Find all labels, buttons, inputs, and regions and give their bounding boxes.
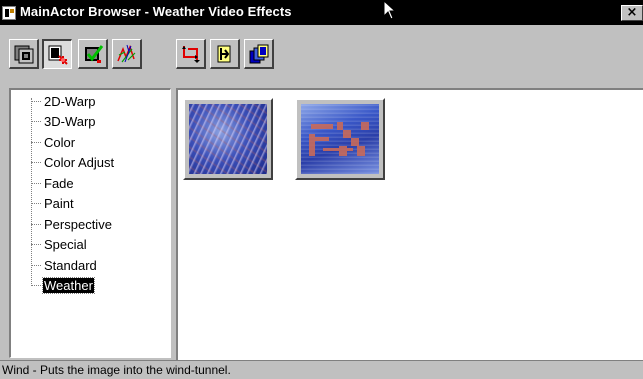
apply-effect-button[interactable] <box>78 39 108 69</box>
toolbar <box>0 25 643 85</box>
checkmark-frame-icon <box>84 44 103 63</box>
title-bar[interactable]: MainActor Browser - Weather Video Effect… <box>0 0 643 25</box>
copy-clips-button[interactable] <box>244 39 274 69</box>
tree-item-label: Perspective <box>44 216 112 232</box>
status-text: Wind - Puts the image into the wind-tunn… <box>2 363 231 377</box>
tree-item-label: Fade <box>44 175 74 191</box>
film-frames-icon <box>14 45 33 63</box>
effect-frame-icon <box>48 45 68 65</box>
effects-view[interactable] <box>176 88 643 360</box>
tree-item-weather[interactable]: Weather <box>31 275 95 295</box>
tree-item-paint[interactable]: Paint <box>31 193 75 213</box>
tree-item-label: Weather <box>42 276 95 294</box>
sparkle-effect-icon <box>116 44 135 62</box>
fx-wave-image <box>301 104 379 174</box>
tree-item-label: Color <box>44 134 76 150</box>
tree-item-label: Paint <box>44 195 74 211</box>
status-bar: Wind - Puts the image into the wind-tunn… <box>0 360 643 379</box>
fx-letters-graphic <box>309 122 369 156</box>
close-button[interactable]: × <box>621 5 643 21</box>
tree-item-special[interactable]: Special <box>31 234 88 254</box>
tree-item-fade[interactable]: Fade <box>31 173 75 193</box>
tree-item-3d-warp[interactable]: 3D-Warp <box>31 111 97 131</box>
category-tree[interactable]: 2D-Warp 3D-Warp Color Color Adjust Fade … <box>9 88 171 358</box>
tree-item-color[interactable]: Color <box>31 132 76 152</box>
tree-item-label: 2D-Warp <box>44 93 96 109</box>
tree-item-color-adjust[interactable]: Color Adjust <box>31 152 115 172</box>
browse-media-button[interactable] <box>9 39 39 69</box>
video-effects-button[interactable] <box>42 39 72 69</box>
tree-item-label: Standard <box>44 257 97 273</box>
window-title: MainActor Browser - Weather Video Effect… <box>20 4 292 19</box>
tree-item-label: 3D-Warp <box>44 113 96 129</box>
tree-item-perspective[interactable]: Perspective <box>31 214 113 234</box>
stacked-frames-icon <box>249 44 268 63</box>
app-icon[interactable] <box>2 6 16 20</box>
import-arrow-icon <box>217 45 230 62</box>
wind-effect-thumbnail[interactable] <box>183 98 273 180</box>
tree-item-2d-warp[interactable]: 2D-Warp <box>31 91 97 111</box>
tree-item-label: Color Adjust <box>44 154 115 170</box>
particles-effect-button[interactable] <box>112 39 142 69</box>
mouse-pointer-icon <box>383 0 397 20</box>
tree-item-standard[interactable]: Standard <box>31 255 98 275</box>
arrows-transition-icon <box>181 45 200 63</box>
tree-item-label: Special <box>44 236 87 252</box>
transition-button[interactable] <box>176 39 206 69</box>
rain-texture-image <box>189 104 267 174</box>
fx-effect-thumbnail[interactable] <box>295 98 385 180</box>
import-button[interactable] <box>210 39 240 69</box>
